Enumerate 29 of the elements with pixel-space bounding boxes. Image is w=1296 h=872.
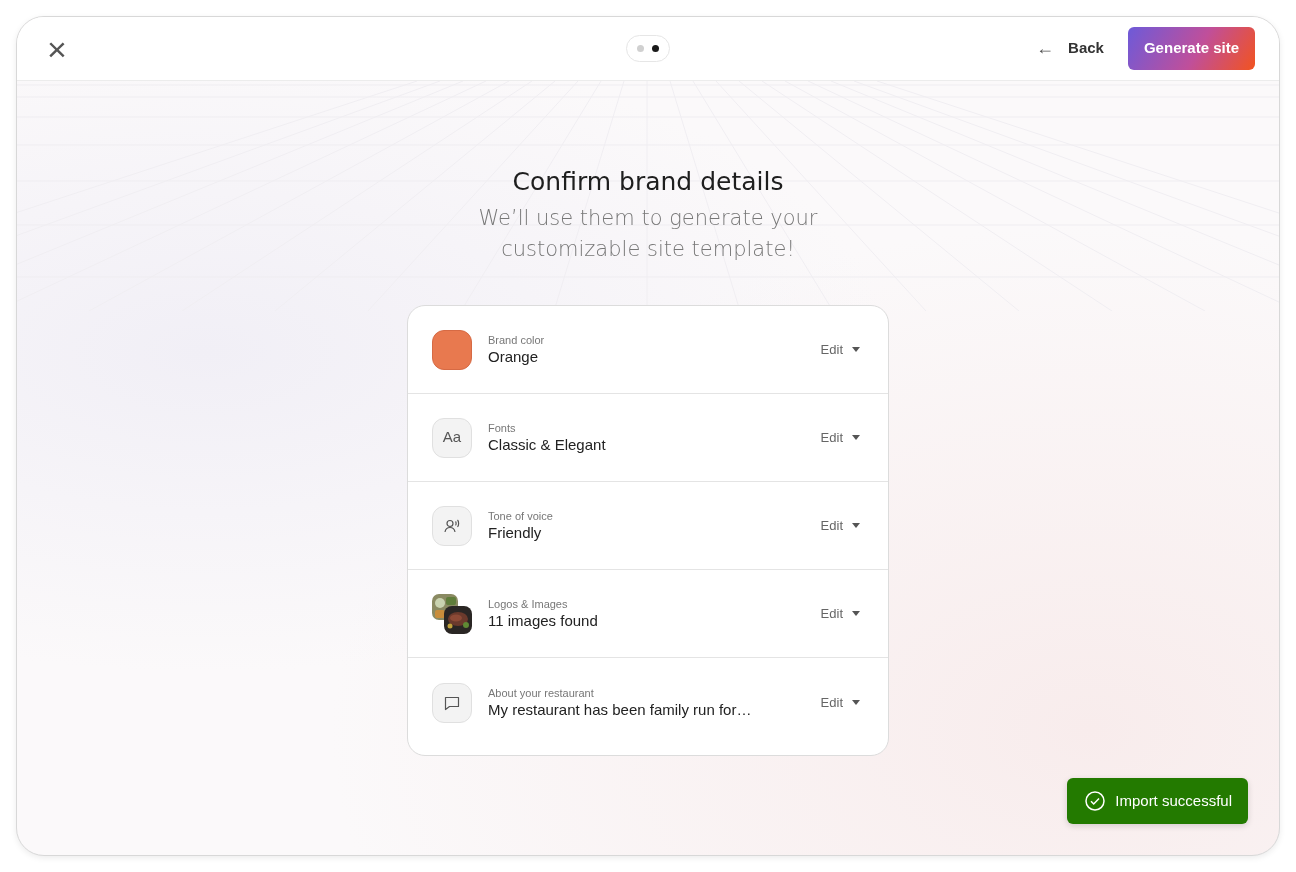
caret-icon bbox=[852, 700, 860, 705]
detail-value: 11 images found bbox=[488, 610, 599, 631]
check-circle-icon bbox=[1085, 790, 1106, 811]
detail-value: My restaurant has been family run for… bbox=[488, 699, 753, 720]
detail-label: Logos & Images bbox=[488, 596, 569, 611]
detail-value: Classic & Elegant bbox=[488, 434, 607, 455]
close-button[interactable]: × bbox=[41, 31, 73, 66]
edit-dropdown-button[interactable]: Edit bbox=[820, 427, 860, 448]
font-icon: Aa bbox=[432, 417, 472, 458]
toast-message: Import successful bbox=[1115, 790, 1232, 811]
detail-label: Brand color bbox=[488, 332, 546, 347]
caret-icon bbox=[852, 523, 860, 528]
caret-icon bbox=[852, 611, 860, 616]
detail-value: Friendly bbox=[488, 522, 543, 543]
edit-dropdown-button[interactable]: Edit bbox=[820, 603, 860, 624]
detail-label: About your restaurant bbox=[488, 685, 595, 700]
detail-value: Orange bbox=[488, 346, 540, 367]
caret-icon bbox=[852, 435, 860, 440]
caret-icon bbox=[852, 347, 860, 352]
edit-dropdown-button[interactable]: Edit bbox=[820, 692, 860, 713]
page-subtitle: We’ll use them to generate your customizable site template! bbox=[477, 205, 819, 263]
detail-label: Tone of voice bbox=[488, 508, 554, 523]
edit-dropdown-button[interactable]: Edit bbox=[820, 515, 860, 536]
generate-site-button[interactable]: Generate site bbox=[1127, 27, 1255, 70]
page-title: Confirm brand details bbox=[512, 167, 784, 197]
detail-label: Fonts bbox=[488, 420, 517, 435]
back-link[interactable]: ← Back bbox=[1036, 35, 1104, 62]
back-arrow-icon: ← bbox=[1036, 35, 1055, 62]
edit-dropdown-button[interactable]: Edit bbox=[820, 339, 860, 360]
